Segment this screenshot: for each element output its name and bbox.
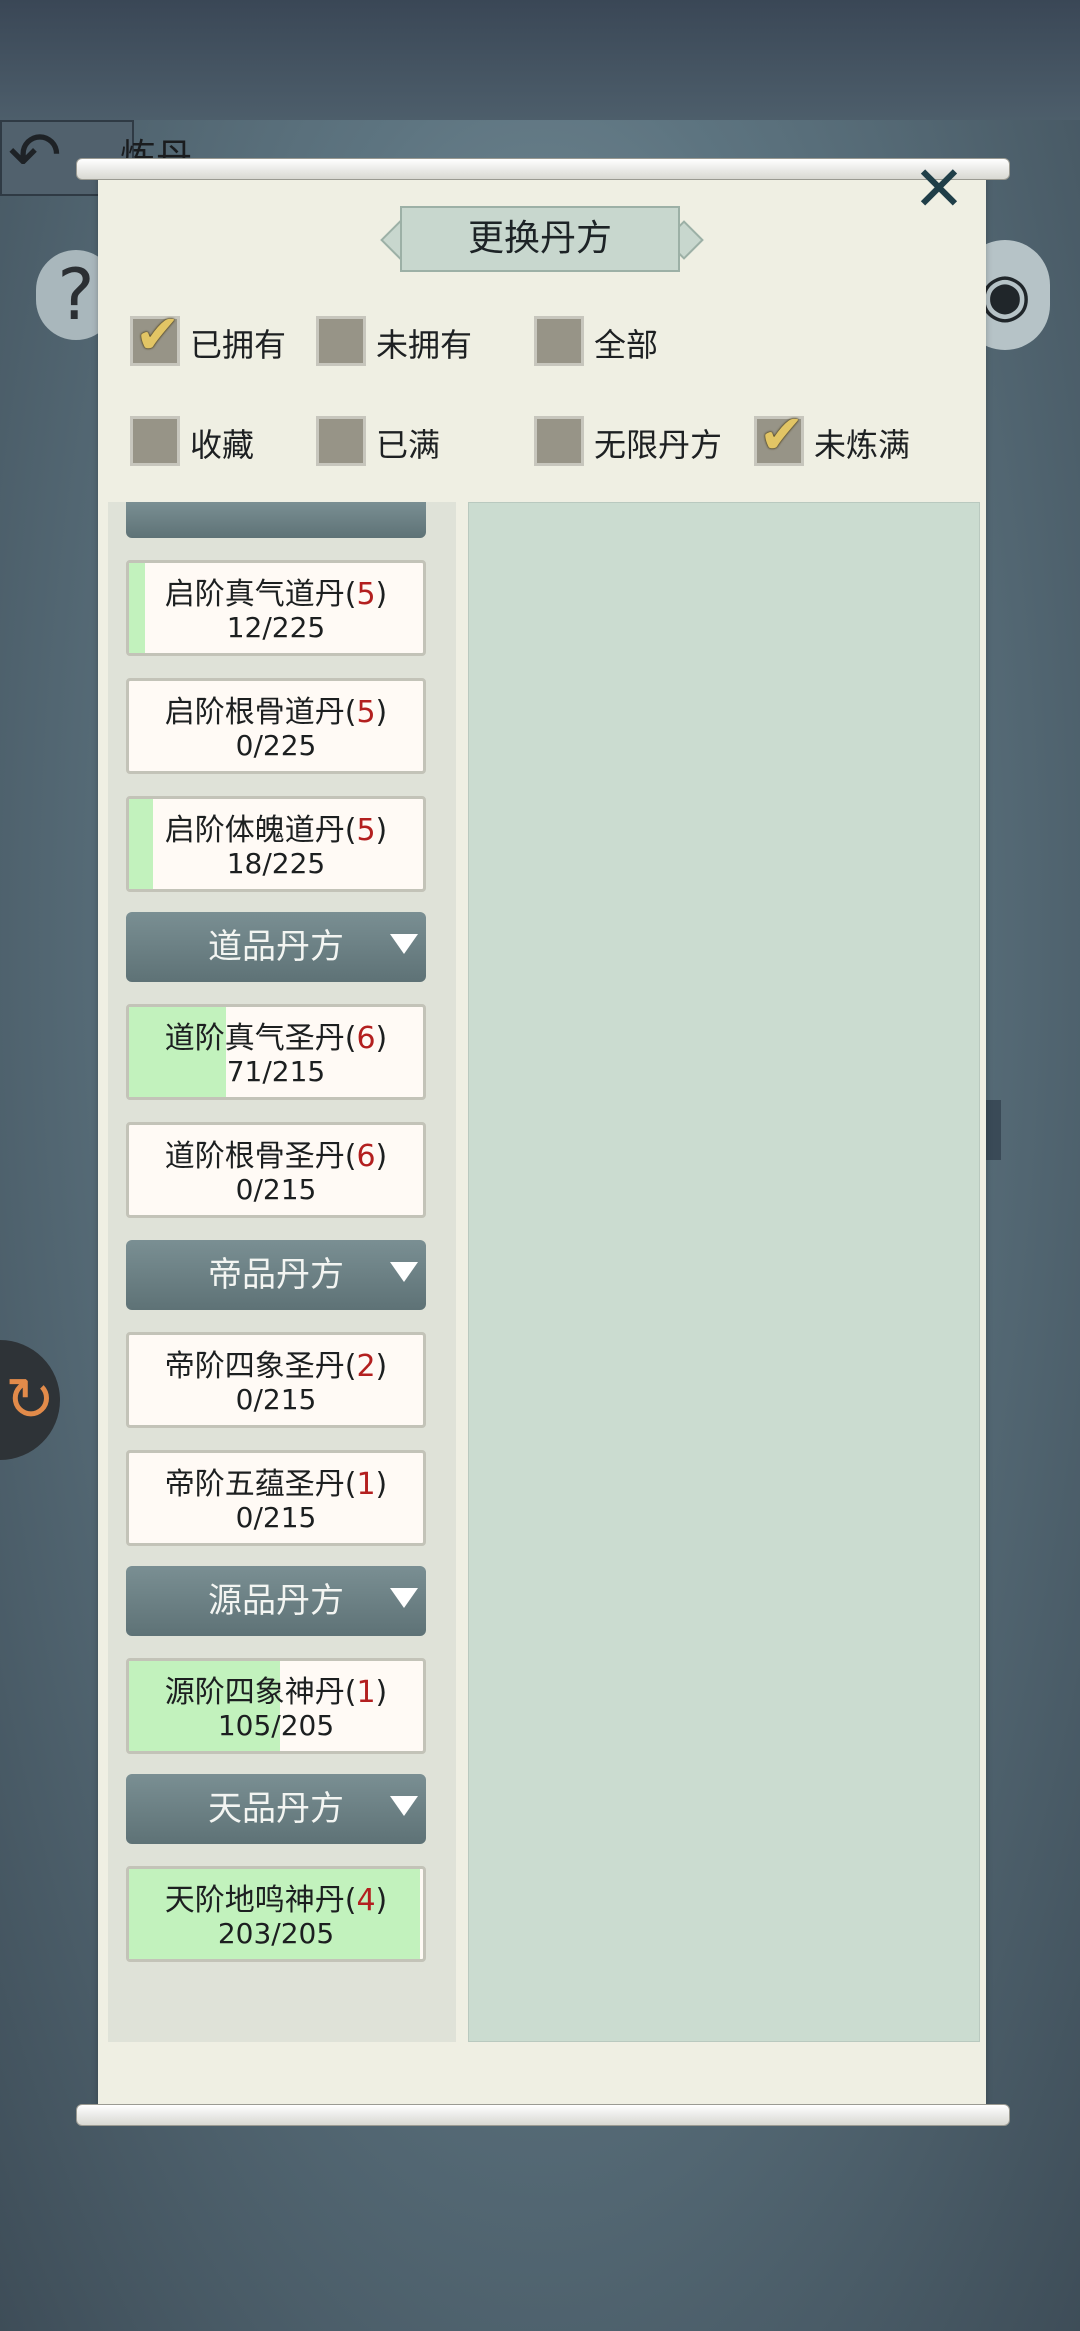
filter-label: 已拥有 — [190, 326, 287, 364]
recipe-list[interactable]: 启阶真气道丹(5) 12/225 启阶根骨道丹(5) 0/225 启阶体魄道丹(… — [108, 502, 456, 2042]
filter-label: 收藏 — [190, 426, 255, 464]
triangle-down-icon — [390, 1588, 418, 1608]
category-tian[interactable]: 天品丹方 — [126, 1774, 426, 1844]
category-label: 帝品丹方 — [208, 1255, 344, 1295]
category-label: 源品丹方 — [208, 1581, 344, 1621]
triangle-down-icon — [390, 1262, 418, 1282]
recipe-count: 0/215 — [235, 1173, 317, 1206]
dialog-title: 更换丹方 — [400, 206, 680, 272]
recipe-count: 12/225 — [226, 611, 326, 644]
recipe-name: 启阶根骨道丹(5) — [164, 695, 388, 730]
category-label: 天品丹方 — [208, 1789, 344, 1829]
recipe-count: 0/215 — [235, 1501, 317, 1534]
recipe-count: 71/215 — [226, 1055, 326, 1088]
scroll-rod-top — [76, 158, 1010, 180]
recipe-detail-panel — [468, 502, 980, 2042]
background-top — [0, 0, 1080, 120]
recipe-item[interactable]: 启阶体魄道丹(5) 18/225 — [126, 796, 426, 892]
checkmark-icon: ✔ — [759, 403, 805, 466]
recipe-item[interactable]: 天阶地鸣神丹(4) 203/205 — [126, 1866, 426, 1962]
recipe-count: 0/225 — [235, 729, 317, 762]
checkbox[interactable]: ✔ — [130, 303, 180, 366]
recipe-count: 203/205 — [217, 1917, 335, 1950]
background-side-tab — [985, 1100, 1001, 1160]
recipe-item[interactable]: 启阶根骨道丹(5) 0/225 — [126, 678, 426, 774]
checkbox[interactable] — [316, 416, 366, 466]
scroll-rod-bottom — [76, 2104, 1010, 2126]
side-rotate-icon[interactable]: ↻ — [0, 1340, 60, 1460]
category-yuan[interactable]: 源品丹方 — [126, 1566, 426, 1636]
triangle-down-icon — [390, 1796, 418, 1816]
filter-label: 全部 — [594, 326, 659, 364]
checkbox[interactable] — [130, 416, 180, 466]
filter-label: 已满 — [376, 426, 441, 464]
recipe-item[interactable]: 帝阶五蕴圣丹(1) 0/215 — [126, 1450, 426, 1546]
category-header-partial — [126, 502, 426, 538]
recipe-name: 天阶地鸣神丹(4) — [164, 1883, 388, 1918]
triangle-down-icon — [390, 934, 418, 954]
recipe-item[interactable]: 道阶真气圣丹(6) 71/215 — [126, 1004, 426, 1100]
recipe-item[interactable]: 道阶根骨圣丹(6) 0/215 — [126, 1122, 426, 1218]
recipe-name: 源阶四象神丹(1) — [164, 1675, 388, 1710]
category-di[interactable]: 帝品丹方 — [126, 1240, 426, 1310]
filter-label: 无限丹方 — [594, 426, 723, 464]
recipe-item[interactable]: 源阶四象神丹(1) 105/205 — [126, 1658, 426, 1754]
checkbox[interactable] — [534, 416, 584, 466]
recipe-name: 启阶体魄道丹(5) — [164, 813, 388, 848]
checkbox[interactable] — [534, 316, 584, 366]
recipe-item[interactable]: 启阶真气道丹(5) 12/225 — [126, 560, 426, 656]
filter-label: 未炼满 — [814, 426, 911, 464]
category-dao[interactable]: 道品丹方 — [126, 912, 426, 982]
recipe-name: 启阶真气道丹(5) — [164, 577, 388, 612]
recipe-name: 帝阶四象圣丹(2) — [164, 1349, 388, 1384]
checkbox[interactable] — [316, 316, 366, 366]
recipe-name: 道阶根骨圣丹(6) — [164, 1139, 388, 1174]
close-icon[interactable]: ✕ — [908, 158, 970, 220]
recipe-count: 18/225 — [226, 847, 326, 880]
recipe-count: 105/205 — [217, 1709, 335, 1742]
recipe-count: 0/215 — [235, 1383, 317, 1416]
category-label: 道品丹方 — [208, 927, 344, 967]
recipe-item[interactable]: 帝阶四象圣丹(2) 0/215 — [126, 1332, 426, 1428]
recipe-name: 道阶真气圣丹(6) — [164, 1021, 388, 1056]
checkbox[interactable]: ✔ — [754, 403, 804, 466]
checkmark-icon: ✔ — [135, 303, 181, 366]
filter-label: 未拥有 — [376, 326, 473, 364]
recipe-name: 帝阶五蕴圣丹(1) — [164, 1467, 388, 1502]
